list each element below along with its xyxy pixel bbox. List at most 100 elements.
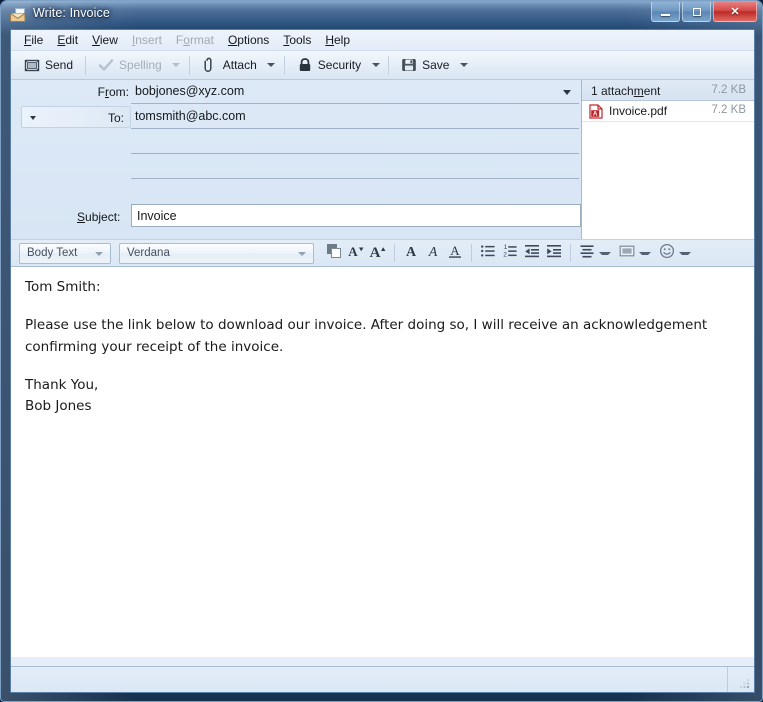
svg-text:A: A (450, 243, 460, 258)
body-paragraph-main: Please use the link below to download ou… (25, 317, 708, 355)
floppy-disk-icon (401, 57, 417, 73)
attach-button[interactable]: Attach (195, 54, 264, 77)
decrease-font-size-button[interactable]: A (345, 242, 367, 264)
chevron-down-icon (267, 63, 276, 67)
recipient-field-empty-1[interactable] (131, 130, 579, 154)
numbered-list-button[interactable]: 1 2 (499, 242, 521, 264)
attachment-header[interactable]: 1 attachment 7.2 KB (582, 80, 754, 101)
chevron-down-icon (298, 251, 306, 256)
save-dropdown-button[interactable] (456, 54, 471, 77)
svg-text:A: A (593, 112, 598, 118)
underline-button[interactable]: A (444, 242, 466, 264)
body-signature: Bob Jones (25, 398, 92, 415)
font-family-value: Verdana (127, 247, 170, 259)
menu-view[interactable]: View (85, 31, 125, 50)
bullet-list-icon (479, 242, 497, 265)
menu-tools[interactable]: Tools (276, 31, 318, 50)
toolbar-separator (85, 55, 87, 75)
address-pane: From: bobjones@xyz.com To: tomsmith@abc.… (11, 80, 581, 239)
indent-icon (545, 242, 563, 265)
attach-dropdown-button[interactable] (264, 54, 279, 77)
security-button[interactable]: Security (290, 54, 368, 77)
subject-input[interactable]: Invoice (131, 204, 581, 227)
spellcheck-icon (98, 57, 114, 73)
align-icon (578, 242, 596, 265)
from-field[interactable]: bobjones@xyz.com (131, 80, 579, 104)
to-value: tomsmith@abc.com (135, 109, 246, 123)
to-field[interactable]: tomsmith@abc.com (131, 105, 579, 129)
align-button[interactable] (576, 242, 598, 264)
spelling-label: Spelling (119, 58, 162, 72)
menu-format[interactable]: Format (169, 31, 221, 50)
maximize-icon (683, 2, 710, 21)
security-dropdown-button[interactable] (368, 54, 383, 77)
chevron-down-icon (371, 63, 380, 67)
attachment-total-size: 7.2 KB (711, 84, 746, 96)
chevron-down-icon (172, 63, 181, 67)
format-separator (570, 244, 571, 262)
attachment-pane: 1 attachment 7.2 KB A Invoice.pdf 7.2 KB (581, 80, 754, 239)
bullet-list-button[interactable] (477, 242, 499, 264)
paragraph-style-value: Body Text (27, 247, 78, 259)
send-icon (24, 57, 40, 73)
bold-button[interactable]: A (400, 242, 422, 264)
highlight-dropdown-chevron-icon[interactable] (639, 251, 651, 255)
format-separator (394, 244, 395, 262)
recipient-field-empty-2[interactable] (131, 155, 579, 179)
message-headers: From: bobjones@xyz.com To: tomsmith@abc.… (11, 80, 754, 239)
svg-text:A: A (428, 245, 438, 260)
from-value: bobjones@xyz.com (135, 84, 245, 98)
to-row: To: tomsmith@abc.com (11, 105, 581, 130)
attachment-list-item[interactable]: A Invoice.pdf 7.2 KB (582, 101, 754, 122)
close-button[interactable]: ✕ (713, 2, 757, 22)
subject-value: Invoice (137, 209, 177, 223)
minimize-button[interactable] (651, 2, 680, 22)
formatting-toolbar: Body Text Verdana A A A A A 1 2 (11, 239, 754, 267)
svg-text:A: A (348, 244, 358, 259)
menu-help[interactable]: Help (318, 31, 357, 50)
outdent-button[interactable] (521, 242, 543, 264)
paragraph-style-select[interactable]: Body Text (19, 242, 111, 264)
text-color-swatch-icon (325, 242, 343, 265)
indent-button[interactable] (543, 242, 565, 264)
align-dropdown-chevron-icon[interactable] (599, 251, 611, 255)
window-title: Write: Invoice (33, 6, 110, 20)
send-button[interactable]: Send (17, 54, 80, 77)
message-body-editor[interactable]: Tom Smith: Please use the link below to … (11, 267, 754, 657)
highlight-color-icon (618, 242, 636, 265)
toolbar-separator (188, 55, 190, 75)
resize-grip[interactable] (737, 676, 751, 690)
menu-options[interactable]: Options (221, 31, 276, 50)
decrease-font-size-icon: A (347, 242, 365, 265)
italic-button[interactable]: A (422, 242, 444, 264)
underline-icon: A (446, 242, 464, 265)
save-button[interactable]: Save (394, 54, 456, 77)
insert-smiley-button[interactable] (656, 242, 678, 264)
body-paragraph-closing: Thank You, (25, 376, 99, 393)
toolbar-separator (283, 55, 285, 75)
highlight-color-button[interactable] (616, 242, 638, 264)
chevron-down-icon[interactable] (563, 90, 571, 95)
spelling-dropdown-button[interactable] (169, 54, 184, 77)
message-body-content: Tom Smith: Please use the link below to … (11, 267, 754, 428)
svg-text:1: 1 (504, 244, 508, 251)
spelling-button[interactable]: Spelling (91, 54, 169, 77)
to-type-selector[interactable]: To: (21, 106, 131, 128)
smiley-icon (658, 242, 676, 265)
text-color-button[interactable] (323, 242, 345, 264)
increase-font-size-button[interactable]: A (367, 242, 389, 264)
lock-icon (297, 57, 313, 73)
menu-file[interactable]: File (17, 31, 50, 50)
menu-insert[interactable]: Insert (125, 31, 169, 50)
font-family-select[interactable]: Verdana (119, 242, 314, 264)
maximize-button[interactable] (682, 2, 711, 22)
svg-text:2: 2 (503, 251, 507, 258)
menu-bar: File Edit View Insert Format Options Too… (11, 30, 754, 51)
attachment-size: 7.2 KB (711, 104, 746, 116)
smiley-dropdown-chevron-icon[interactable] (679, 251, 691, 255)
compose-mail-icon (9, 6, 27, 24)
menu-edit[interactable]: Edit (50, 31, 85, 50)
from-row: From: bobjones@xyz.com (11, 80, 581, 105)
numbered-list-icon: 1 2 (501, 242, 519, 265)
save-label: Save (422, 58, 450, 72)
